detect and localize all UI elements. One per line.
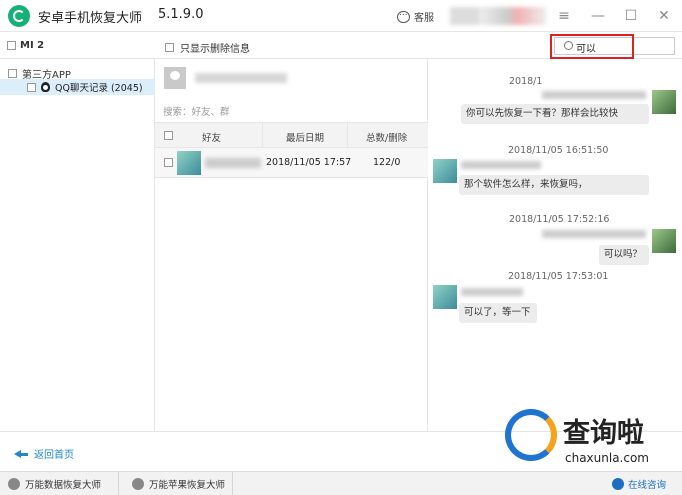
- search-highlight-box: [550, 34, 634, 59]
- account-avatar: [164, 67, 186, 89]
- apple-recovery-label: 万能苹果恢复大师: [149, 480, 226, 491]
- status-divider: [118, 472, 119, 495]
- tree-item-checkbox[interactable]: [27, 82, 36, 92]
- back-home-button[interactable]: 返回首页: [14, 446, 74, 461]
- device-selector[interactable]: MI 2: [7, 40, 44, 51]
- message-timestamp: 2018/11/05 16:51:50: [508, 145, 609, 156]
- chat-bubble-icon: [397, 8, 410, 23]
- column-friend[interactable]: 好友: [202, 130, 221, 144]
- sidebar-item-qq-chat[interactable]: QQ聊天记录 (2045): [0, 79, 155, 95]
- message-timestamp: 2018/11/05 17:53:01: [508, 271, 609, 282]
- sender-avatar: [652, 90, 676, 114]
- message-bubble: 可以了，等一下: [459, 303, 537, 323]
- tree-root-checkbox[interactable]: [8, 69, 17, 78]
- only-deleted-checkbox[interactable]: [165, 43, 174, 52]
- message-bubble: 那个软件怎么样，来恢复吗，: [459, 175, 649, 195]
- user-account-blurred[interactable]: [450, 7, 546, 25]
- online-consult-button[interactable]: 在线咨询: [612, 477, 666, 491]
- sender-blurred: [461, 161, 541, 169]
- contact-filter-input[interactable]: 搜索：好友、群: [163, 104, 230, 118]
- device-name: MI 2: [20, 40, 45, 51]
- arrow-left-icon: [14, 449, 28, 459]
- online-consult-label: 在线咨询: [628, 480, 667, 491]
- watermark-logo: 查询啦 chaxunla.com: [505, 407, 682, 473]
- account-header: [155, 59, 428, 97]
- sidebar: 第三方APP QQ聊天记录 (2045): [0, 59, 155, 431]
- contact-name-blurred: [205, 158, 261, 168]
- row-count: 122/0: [373, 157, 401, 168]
- sender-avatar: [433, 159, 457, 183]
- close-icon[interactable]: ✕: [656, 8, 672, 24]
- qq-icon: [41, 82, 50, 92]
- maximize-icon[interactable]: ☐: [623, 8, 639, 24]
- chat-panel: 2018/1 你可以先恢复一下看？那样会比较快 2018/11/05 16:51…: [428, 59, 682, 431]
- device-checkbox[interactable]: [7, 41, 16, 50]
- column-count[interactable]: 总数/删除: [366, 130, 407, 144]
- only-deleted-toggle[interactable]: 只显示删除信息: [165, 40, 250, 55]
- contact-list-panel: 搜索：好友、群 好友 最后日期 总数/删除 2018/11/05 17:57 1…: [155, 59, 428, 431]
- sender-blurred: [542, 230, 646, 238]
- data-recovery-label: 万能数据恢复大师: [25, 480, 102, 491]
- app-logo-icon: [8, 5, 30, 27]
- row-checkbox[interactable]: [164, 158, 173, 167]
- status-bar: 万能数据恢复大师 万能苹果恢复大师 在线咨询: [0, 471, 682, 495]
- sender-avatar: [652, 229, 676, 253]
- watermark-url: chaxunla.com: [565, 451, 649, 465]
- sender-blurred: [542, 91, 646, 99]
- row-date: 2018/11/05 17:57: [266, 157, 352, 168]
- status-divider: [232, 472, 233, 495]
- column-last-date[interactable]: 最后日期: [286, 130, 324, 144]
- support-button[interactable]: 客服: [397, 8, 434, 24]
- menu-icon[interactable]: ≡: [556, 8, 572, 24]
- contact-avatar: [177, 151, 201, 175]
- data-recovery-link[interactable]: 万能数据恢复大师: [8, 477, 101, 491]
- message-bubble: 你可以先恢复一下看？那样会比较快: [461, 104, 649, 124]
- sender-blurred: [461, 288, 523, 296]
- apple-recovery-link[interactable]: 万能苹果恢复大师: [132, 477, 225, 491]
- tree-item-label: QQ聊天记录 (2045): [55, 83, 143, 94]
- minimize-icon[interactable]: —: [590, 8, 606, 24]
- toolbar: MI 2 只显示删除信息 可以: [0, 32, 682, 59]
- only-deleted-label: 只显示删除信息: [180, 44, 250, 55]
- title-bar: 安卓手机恢复大师 5.1.9.0 客服 ≡ — ☐ ✕: [0, 0, 682, 32]
- app-title: 安卓手机恢复大师: [38, 11, 143, 26]
- app-version: 5.1.9.0: [158, 7, 204, 22]
- watermark-text: 查询啦: [563, 418, 644, 449]
- apple-recovery-icon: [132, 478, 144, 490]
- table-header: 好友 最后日期 总数/删除: [155, 122, 428, 148]
- watermark-circle-icon: [505, 409, 557, 461]
- person-icon: [612, 478, 624, 490]
- sender-avatar: [433, 285, 457, 309]
- support-label: 客服: [414, 13, 434, 24]
- account-name-blurred: [195, 73, 287, 83]
- table-row[interactable]: 2018/11/05 17:57 122/0: [155, 148, 428, 178]
- data-recovery-icon: [8, 478, 20, 490]
- select-all-checkbox[interactable]: [164, 131, 173, 140]
- message-bubble: 可以吗？: [599, 245, 649, 265]
- message-timestamp: 2018/1: [509, 76, 543, 87]
- back-home-label: 返回首页: [34, 450, 74, 461]
- message-timestamp: 2018/11/05 17:52:16: [509, 214, 610, 225]
